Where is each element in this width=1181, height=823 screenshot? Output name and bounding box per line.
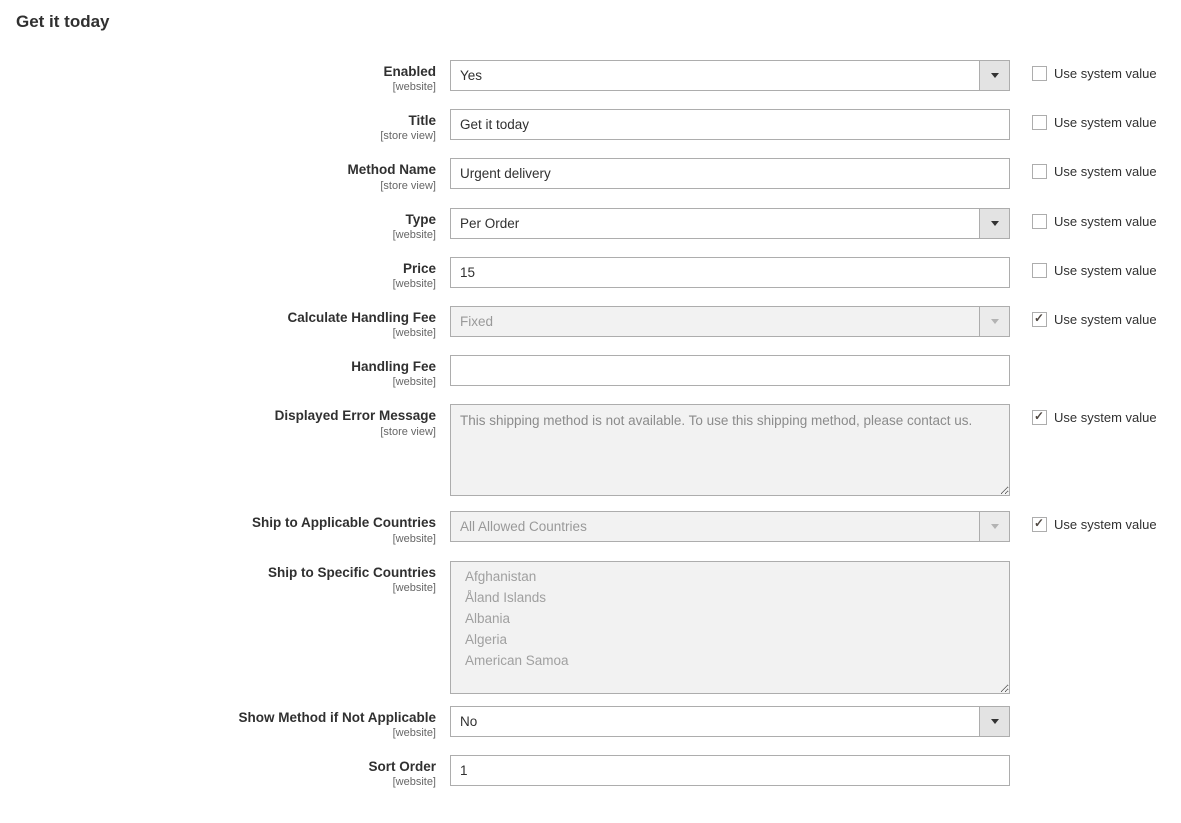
row-title: Title [store view] Use system value [10,109,1170,142]
chevron-down-icon [979,512,1009,541]
ship-app-use-system-checkbox[interactable] [1032,517,1047,532]
row-ship-specific: Ship to Specific Countries [website] Afg… [10,561,1170,694]
label-text: Calculate Handling Fee [10,310,436,326]
type-use-system-checkbox[interactable] [1032,214,1047,229]
sort-order-input[interactable] [450,755,1010,786]
scope-text: [website] [10,229,436,241]
row-sort-order: Sort Order [website] [10,755,1170,788]
row-calc-handling-fee: Calculate Handling Fee [website] Fixed U… [10,306,1170,339]
select-value: Yes [451,61,979,90]
label-handling-fee: Handling Fee [website] [10,355,450,388]
country-option: Åland Islands [451,587,1009,608]
row-ship-applicable: Ship to Applicable Countries [website] A… [10,511,1170,544]
scope-text: [website] [10,727,436,739]
row-error-message: Displayed Error Message [store view] Thi… [10,404,1170,499]
label-text: Enabled [10,64,436,80]
chevron-down-icon [979,307,1009,336]
use-system-label[interactable]: Use system value [1054,263,1157,278]
scope-text: [website] [10,81,436,93]
calc-handling-fee-select: Fixed [450,306,1010,337]
enabled-select[interactable]: Yes [450,60,1010,91]
label-text: Sort Order [10,759,436,775]
label-ship-applicable: Ship to Applicable Countries [website] [10,511,450,544]
use-system-label[interactable]: Use system value [1054,312,1157,327]
label-calc-handling-fee: Calculate Handling Fee [website] [10,306,450,339]
label-text: Price [10,261,436,277]
label-enabled: Enabled [website] [10,60,450,93]
config-form: Enabled [website] Yes Use system value T… [10,60,1170,788]
label-text: Ship to Applicable Countries [10,515,436,531]
method-name-input[interactable] [450,158,1010,189]
label-text: Displayed Error Message [10,408,436,424]
country-option: Algeria [451,629,1009,650]
method-use-system-checkbox[interactable] [1032,164,1047,179]
section-title: Get it today [10,12,1171,32]
select-value: No [451,707,979,736]
price-use-system-checkbox[interactable] [1032,263,1047,278]
label-show-method: Show Method if Not Applicable [website] [10,706,450,739]
label-price: Price [website] [10,257,450,290]
chevron-down-icon[interactable] [979,209,1009,238]
use-system-label[interactable]: Use system value [1054,517,1157,532]
country-option: Afghanistan [451,566,1009,587]
select-value: Fixed [451,307,979,336]
price-input[interactable] [450,257,1010,288]
country-option: American Samoa [451,650,1009,671]
row-price: Price [website] Use system value [10,257,1170,290]
label-title: Title [store view] [10,109,450,142]
label-type: Type [website] [10,208,450,241]
type-select[interactable]: Per Order [450,208,1010,239]
label-text: Type [10,212,436,228]
label-text: Show Method if Not Applicable [10,710,436,726]
scope-text: [website] [10,327,436,339]
scope-text: [website] [10,582,436,594]
scope-text: [store view] [10,130,436,142]
handling-fee-input[interactable] [450,355,1010,386]
error-message-textarea: This shipping method is not available. T… [450,404,1010,496]
use-system-label[interactable]: Use system value [1054,115,1157,130]
show-method-select[interactable]: No [450,706,1010,737]
label-text: Method Name [10,162,436,178]
country-option: Albania [451,608,1009,629]
scope-text: [website] [10,278,436,290]
title-use-system-checkbox[interactable] [1032,115,1047,130]
row-enabled: Enabled [website] Yes Use system value [10,60,1170,93]
title-input[interactable] [450,109,1010,140]
err-msg-use-system-checkbox[interactable] [1032,410,1047,425]
row-handling-fee: Handling Fee [website] [10,355,1170,388]
row-show-method: Show Method if Not Applicable [website] … [10,706,1170,739]
use-system-label[interactable]: Use system value [1054,164,1157,179]
label-method-name: Method Name [store view] [10,158,450,191]
ship-applicable-select: All Allowed Countries [450,511,1010,542]
chevron-down-icon[interactable] [979,61,1009,90]
calc-fee-use-system-checkbox[interactable] [1032,312,1047,327]
select-value: Per Order [451,209,979,238]
chevron-down-icon[interactable] [979,707,1009,736]
label-ship-specific: Ship to Specific Countries [website] [10,561,450,594]
scope-text: [website] [10,533,436,545]
use-system-label[interactable]: Use system value [1054,66,1157,81]
label-text: Handling Fee [10,359,436,375]
scope-text: [store view] [10,180,436,192]
scope-text: [store view] [10,426,436,438]
scope-text: [website] [10,376,436,388]
label-text: Ship to Specific Countries [10,565,436,581]
row-type: Type [website] Per Order Use system valu… [10,208,1170,241]
ship-specific-multiselect: Afghanistan Åland Islands Albania Algeri… [450,561,1010,694]
use-system-label[interactable]: Use system value [1054,214,1157,229]
label-text: Title [10,113,436,129]
row-method-name: Method Name [store view] Use system valu… [10,158,1170,191]
scope-text: [website] [10,776,436,788]
label-error-message: Displayed Error Message [store view] [10,404,450,437]
label-sort-order: Sort Order [website] [10,755,450,788]
use-system-label[interactable]: Use system value [1054,410,1157,425]
enabled-use-system-checkbox[interactable] [1032,66,1047,81]
select-value: All Allowed Countries [451,512,979,541]
